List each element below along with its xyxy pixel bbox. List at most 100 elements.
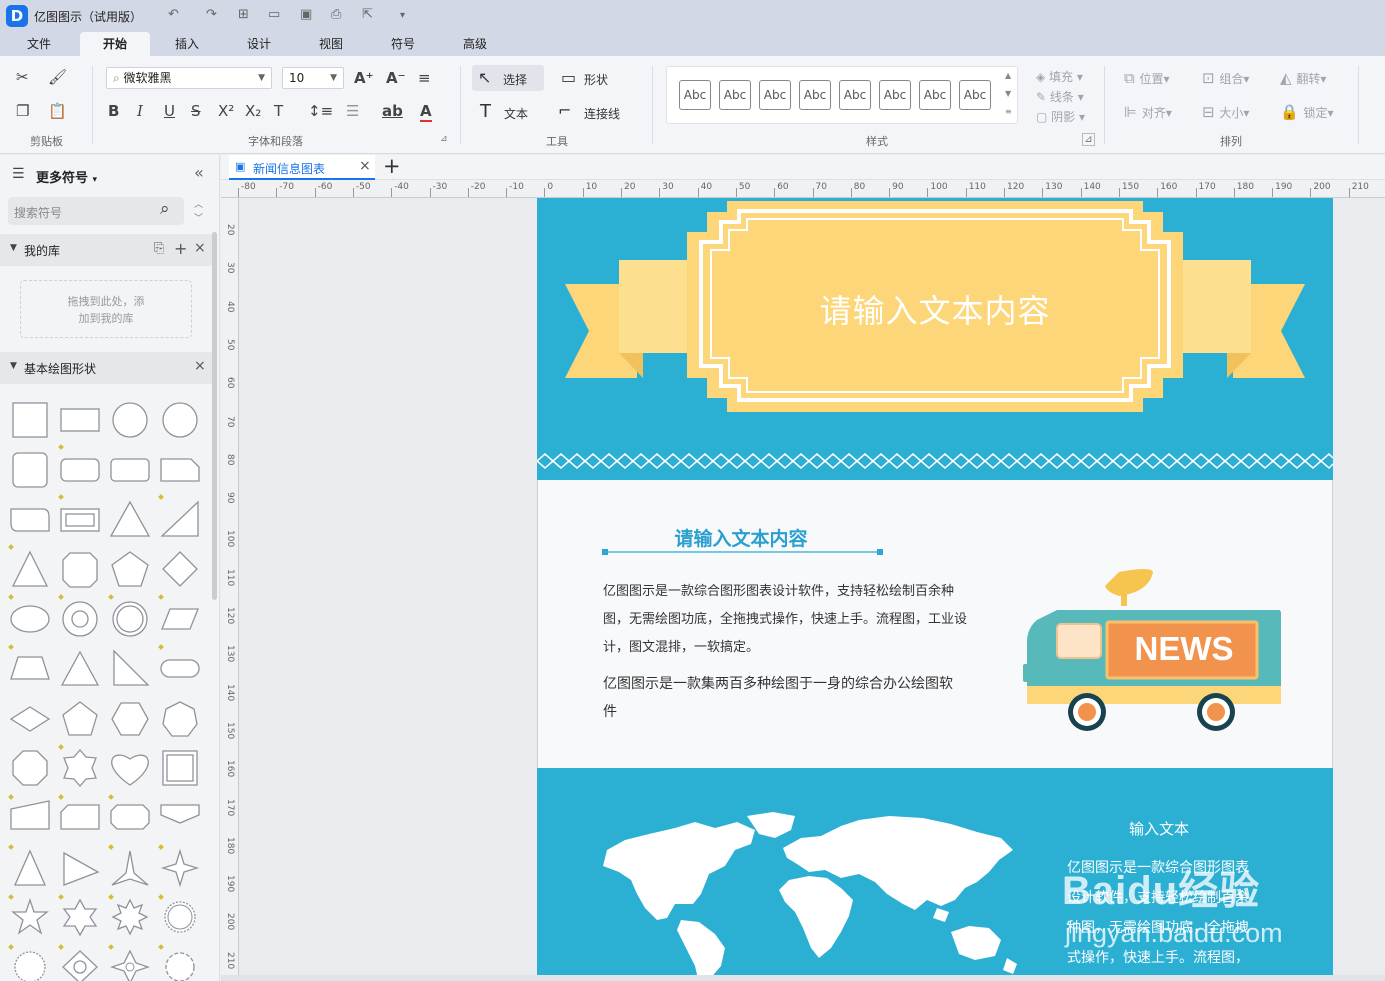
banner-title[interactable]: 请输入文本内容 (697, 286, 1173, 332)
circle-shape-2[interactable] (162, 402, 198, 438)
search-up-icon[interactable]: ︿ (194, 197, 203, 210)
italic-icon[interactable]: I (137, 102, 143, 120)
menu-tab-advanced[interactable]: 高级 (446, 32, 504, 56)
style-sample-2[interactable]: Abc (719, 80, 751, 110)
add-tab-icon[interactable]: + (383, 154, 401, 178)
manual-input-shape[interactable] (10, 800, 50, 830)
position-button[interactable]: ⧉ 位置▾ (1124, 69, 1170, 87)
rounded-octagon-shape[interactable] (110, 804, 150, 830)
vertical-ruler[interactable]: 20 30 40 50 60 70 80 90 100 110 120 130 140 150 160 170… (221, 198, 239, 981)
import-library-icon[interactable]: ⎘ (154, 241, 164, 256)
add-icon[interactable]: + (174, 239, 187, 258)
my-library-header[interactable]: ▼ 我的库 ⎘ + × (0, 234, 212, 266)
lock-button[interactable]: 🔒 锁定▾ (1280, 103, 1334, 121)
document-tab[interactable]: ▣ 新闻信息图表 × (229, 155, 375, 180)
underline-icon[interactable]: U (164, 102, 175, 120)
search-down-icon[interactable]: ﹀ (194, 211, 203, 224)
rounded-rectangle-shape-2[interactable] (110, 458, 150, 482)
heart-shape[interactable] (111, 754, 149, 786)
close-tab-icon[interactable]: × (359, 158, 371, 174)
style-sample-4[interactable]: Abc (799, 80, 831, 110)
compass-star-shape[interactable] (109, 949, 151, 981)
right-triangle-shape[interactable] (113, 649, 150, 686)
triangle-shape-2[interactable] (11, 550, 49, 587)
pentagon-shape[interactable] (111, 551, 149, 587)
text-case-icon[interactable]: T (274, 102, 283, 120)
horizontal-scrollbar[interactable] (221, 975, 1385, 981)
triangle-shape[interactable] (109, 500, 151, 537)
flip-button[interactable]: ◭ 翻转▾ (1280, 69, 1326, 87)
shrink-font-icon[interactable]: A⁻ (386, 69, 406, 87)
scalloped-circle-shape[interactable] (165, 952, 195, 981)
six-point-star-shape[interactable] (62, 898, 98, 937)
format-painter-icon[interactable]: 🖌 (48, 68, 67, 86)
styles-dialog-launcher-icon[interactable]: ⊿ (1082, 133, 1095, 146)
octagon-shape[interactable] (62, 552, 98, 588)
right-triangle-slanted-shape[interactable] (160, 500, 199, 537)
pentagon-shape-2[interactable] (62, 701, 98, 736)
diamond-shape[interactable] (162, 551, 198, 587)
style-sample-6[interactable]: Abc (879, 80, 911, 110)
ribbon-banner[interactable] (537, 198, 1333, 480)
ellipse-shape[interactable] (10, 605, 50, 633)
menu-tab-file[interactable]: 文件 (10, 32, 68, 56)
right-pointing-triangle-shape[interactable] (63, 851, 100, 886)
hexagon-shape[interactable] (111, 702, 149, 736)
strikethrough-icon[interactable]: S (191, 102, 201, 120)
undo-icon[interactable]: ↶ (168, 7, 179, 22)
horizontal-ruler[interactable]: -80 -70 -60 -50 -40 -30 -20 -10 0 10 20 30 40 50 60 70 8… (221, 180, 1385, 198)
ring-shape[interactable] (62, 601, 98, 637)
rhombus-shape[interactable] (9, 706, 51, 732)
double-circle-shape[interactable] (112, 601, 148, 637)
new-file-icon[interactable]: ⊞ (238, 7, 249, 22)
three-point-star-shape[interactable] (111, 850, 149, 886)
redo-icon[interactable]: ↷ (206, 7, 217, 22)
menu-tab-view[interactable]: 视图 (302, 32, 360, 56)
group-button[interactable]: ⊡ 组合▾ (1202, 69, 1249, 87)
eight-point-star-shape[interactable] (111, 898, 149, 936)
more-symbols-button[interactable]: 更多符号 ▾ (36, 167, 97, 186)
folded-rectangle-shape[interactable] (10, 508, 50, 532)
align-button[interactable]: ⊫ 对齐▾ (1124, 103, 1172, 121)
symbol-search-input[interactable]: 搜索符号 ⌕ (8, 197, 184, 225)
superscript-icon[interactable]: X² (218, 102, 234, 120)
menu-tab-insert[interactable]: 插入 (158, 32, 216, 56)
snip-corner-rectangle-shape[interactable] (160, 458, 200, 482)
sidebar-scrollbar[interactable] (212, 232, 217, 600)
text-highlight-icon[interactable]: ab (382, 102, 403, 120)
font-family-select[interactable]: ⌕ 微软雅黑 ▼ (106, 67, 272, 89)
heptagon-shape[interactable] (162, 701, 198, 737)
frame-square-shape[interactable] (162, 750, 198, 786)
select-tool-button[interactable]: ↖ 选择 (472, 65, 544, 91)
collapse-panel-icon[interactable]: « (194, 163, 204, 182)
line-button[interactable]: ✎ 线条 ▾ (1036, 88, 1084, 105)
chamfered-rectangle-shape[interactable] (60, 804, 100, 830)
copy-icon[interactable]: ❐ (16, 102, 29, 120)
trapezoid-shape[interactable] (10, 656, 50, 680)
off-page-connector-shape[interactable] (160, 804, 200, 824)
subscript-icon[interactable]: X₂ (245, 102, 261, 120)
square-shape[interactable] (12, 402, 48, 438)
badge-shape[interactable] (63, 749, 97, 787)
font-dialog-launcher-icon[interactable]: ⊿ (440, 134, 448, 144)
rounded-square-shape[interactable] (12, 452, 48, 488)
grow-font-icon[interactable]: A⁺ (354, 69, 374, 87)
cut-icon[interactable]: ✂ (16, 68, 29, 86)
octagon-shape-2[interactable] (12, 750, 48, 786)
style-sample-7[interactable]: Abc (919, 80, 951, 110)
font-size-select[interactable]: 10 ▼ (282, 67, 344, 89)
diamond-in-square-shape[interactable] (62, 950, 98, 981)
save-icon[interactable]: ▣ (300, 7, 312, 22)
world-section-title[interactable]: 输入文本 (1129, 818, 1189, 839)
font-color-icon[interactable]: A (420, 102, 432, 122)
shape-tool-button[interactable]: ▭ 形状 (558, 65, 628, 91)
fill-button[interactable]: ◈ 填充 ▾ (1036, 68, 1083, 85)
quick-access-dropdown-icon[interactable]: ▾ (400, 10, 405, 21)
close-icon[interactable]: × (194, 358, 206, 374)
menu-tab-design[interactable]: 设计 (230, 32, 288, 56)
shadow-button[interactable]: ▢ 阴影 ▾ (1036, 108, 1085, 125)
style-sample-1[interactable]: Abc (679, 80, 711, 110)
news-label[interactable]: NEWS (1111, 630, 1257, 668)
export-icon[interactable]: ⇱ (362, 7, 373, 22)
rounded-rectangle-shape[interactable] (60, 458, 100, 482)
